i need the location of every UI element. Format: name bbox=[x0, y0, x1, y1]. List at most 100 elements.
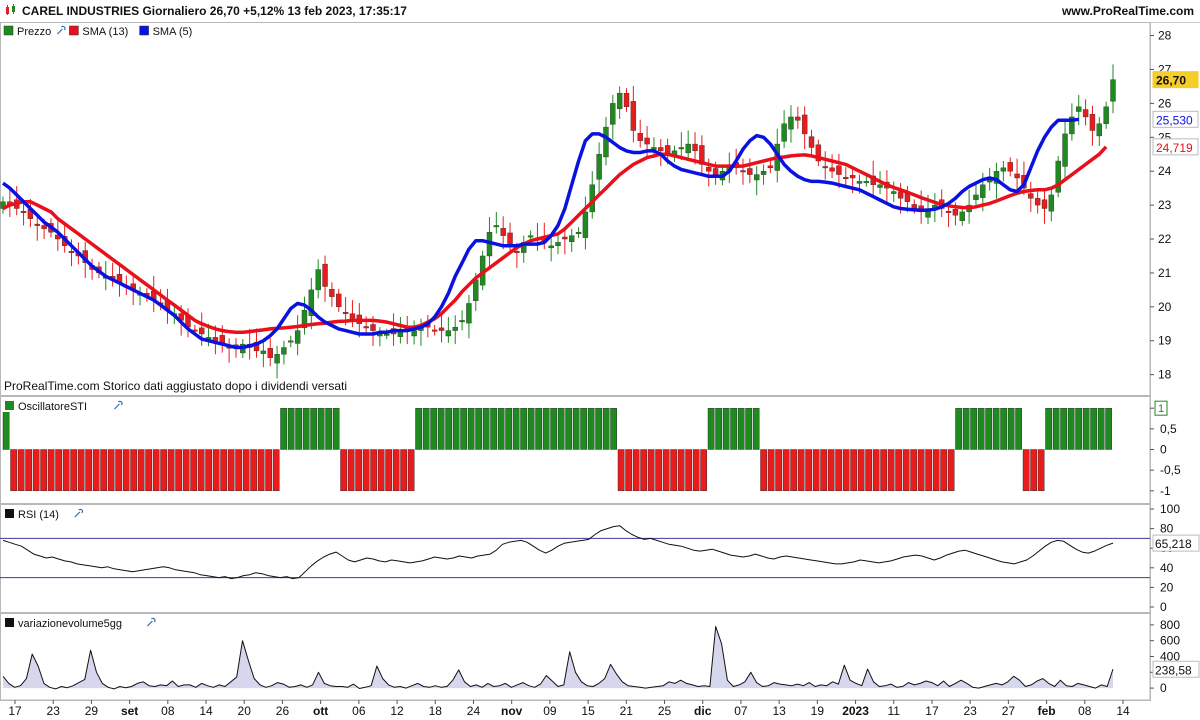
sti-bar bbox=[947, 449, 955, 492]
candle bbox=[493, 225, 500, 228]
candle bbox=[692, 143, 698, 152]
sti-bar bbox=[812, 449, 820, 492]
y-tick-label: 0 bbox=[1160, 443, 1167, 457]
candle bbox=[973, 194, 979, 200]
candle bbox=[911, 204, 917, 209]
sti-bar bbox=[752, 407, 760, 450]
candle bbox=[336, 293, 342, 308]
y-tick-label: 600 bbox=[1160, 634, 1180, 648]
last-price-tag: 26,70 bbox=[1156, 74, 1186, 88]
y-tick-label: 21 bbox=[1158, 266, 1172, 280]
candle bbox=[1014, 173, 1020, 179]
candle bbox=[582, 211, 589, 238]
x-tick-label: 07 bbox=[734, 704, 748, 718]
sti-bar bbox=[250, 449, 258, 492]
sti-bar bbox=[1060, 407, 1068, 450]
candle bbox=[288, 340, 294, 343]
sti-bar bbox=[677, 449, 685, 492]
x-tick-label: 25 bbox=[658, 704, 672, 718]
candle bbox=[466, 303, 472, 324]
sti-bar bbox=[917, 449, 925, 492]
sti-bar bbox=[1067, 407, 1075, 450]
y-tick-label: 40 bbox=[1160, 561, 1174, 575]
candle bbox=[1062, 133, 1068, 167]
sti-bar bbox=[325, 407, 333, 450]
x-tick-label: 12 bbox=[390, 704, 404, 718]
sti-bar bbox=[122, 449, 130, 492]
y-tick-label: 26 bbox=[1158, 96, 1172, 110]
sti-bar bbox=[730, 407, 738, 450]
sti-bar bbox=[790, 449, 798, 492]
sti-bar bbox=[497, 407, 505, 450]
candle bbox=[610, 103, 616, 125]
candle bbox=[68, 251, 75, 253]
sti-bar bbox=[280, 407, 288, 450]
sti-bar bbox=[145, 449, 153, 492]
sti-bar bbox=[985, 407, 993, 450]
volume-last-tag: 238,58 bbox=[1155, 663, 1192, 677]
sti-bar bbox=[475, 407, 483, 450]
sti-bar bbox=[415, 407, 423, 450]
sti-last-tag: 1 bbox=[1158, 403, 1164, 415]
sti-bar bbox=[700, 449, 708, 492]
candle bbox=[952, 208, 959, 216]
legend-swatch bbox=[5, 509, 14, 518]
x-tick-label: 17 bbox=[8, 704, 22, 718]
sti-bar bbox=[92, 449, 100, 492]
candle bbox=[1082, 109, 1089, 118]
sti-bar bbox=[445, 407, 453, 450]
sti-bar bbox=[392, 449, 400, 492]
sti-bar bbox=[1015, 407, 1023, 450]
sti-bar bbox=[512, 407, 520, 450]
candle bbox=[1089, 114, 1096, 131]
sti-bar bbox=[610, 407, 618, 450]
sti-bar bbox=[835, 449, 843, 492]
candle bbox=[452, 326, 458, 331]
x-tick-label: 21 bbox=[620, 704, 634, 718]
sti-bar bbox=[257, 449, 265, 492]
sti-bar bbox=[940, 449, 948, 492]
sti-bars bbox=[2, 407, 1113, 492]
y-tick-label: 0 bbox=[1160, 600, 1167, 614]
sti-bar bbox=[662, 449, 670, 492]
candle bbox=[877, 184, 883, 188]
sti-bar bbox=[737, 407, 745, 450]
sti-bar bbox=[1075, 407, 1083, 450]
candle bbox=[603, 126, 609, 158]
x-tick-label: 14 bbox=[1116, 704, 1130, 718]
sti-bar bbox=[205, 449, 213, 492]
sti-bar bbox=[2, 407, 10, 450]
candle bbox=[411, 330, 417, 337]
legend-label: SMA (13) bbox=[82, 26, 128, 38]
candle bbox=[294, 330, 301, 344]
sti-bar bbox=[925, 449, 933, 492]
sti-bar bbox=[715, 407, 723, 450]
candle bbox=[1048, 194, 1055, 212]
sti-bar bbox=[872, 449, 880, 492]
candle bbox=[781, 123, 787, 142]
x-tick-label: 15 bbox=[581, 704, 595, 718]
sti-bar bbox=[797, 449, 805, 492]
legend-swatch bbox=[5, 401, 14, 410]
sti-bar bbox=[160, 449, 168, 492]
candle bbox=[500, 227, 506, 236]
sti-bar bbox=[400, 449, 408, 492]
candle bbox=[281, 347, 287, 355]
candle bbox=[1096, 123, 1102, 137]
candle bbox=[658, 147, 664, 152]
candle bbox=[260, 350, 267, 354]
sti-bar bbox=[55, 449, 63, 492]
legend-swatch bbox=[69, 25, 79, 36]
x-tick-label: 26 bbox=[276, 704, 290, 718]
rsi-line bbox=[2, 525, 1114, 580]
candle bbox=[637, 133, 643, 141]
sti-bar bbox=[850, 449, 858, 492]
sti-bar bbox=[1037, 449, 1045, 492]
y-tick-label: 18 bbox=[1158, 368, 1172, 382]
sti-bar bbox=[370, 449, 378, 492]
x-tick-label: 06 bbox=[352, 704, 366, 718]
candle bbox=[507, 232, 513, 247]
candle bbox=[712, 168, 719, 175]
candle bbox=[623, 93, 630, 107]
chart-canvas[interactable]: 18 19 20 21 22 23 24 25 26 27 28 26,70 25,530 24,719 P… bbox=[0, 0, 1200, 720]
